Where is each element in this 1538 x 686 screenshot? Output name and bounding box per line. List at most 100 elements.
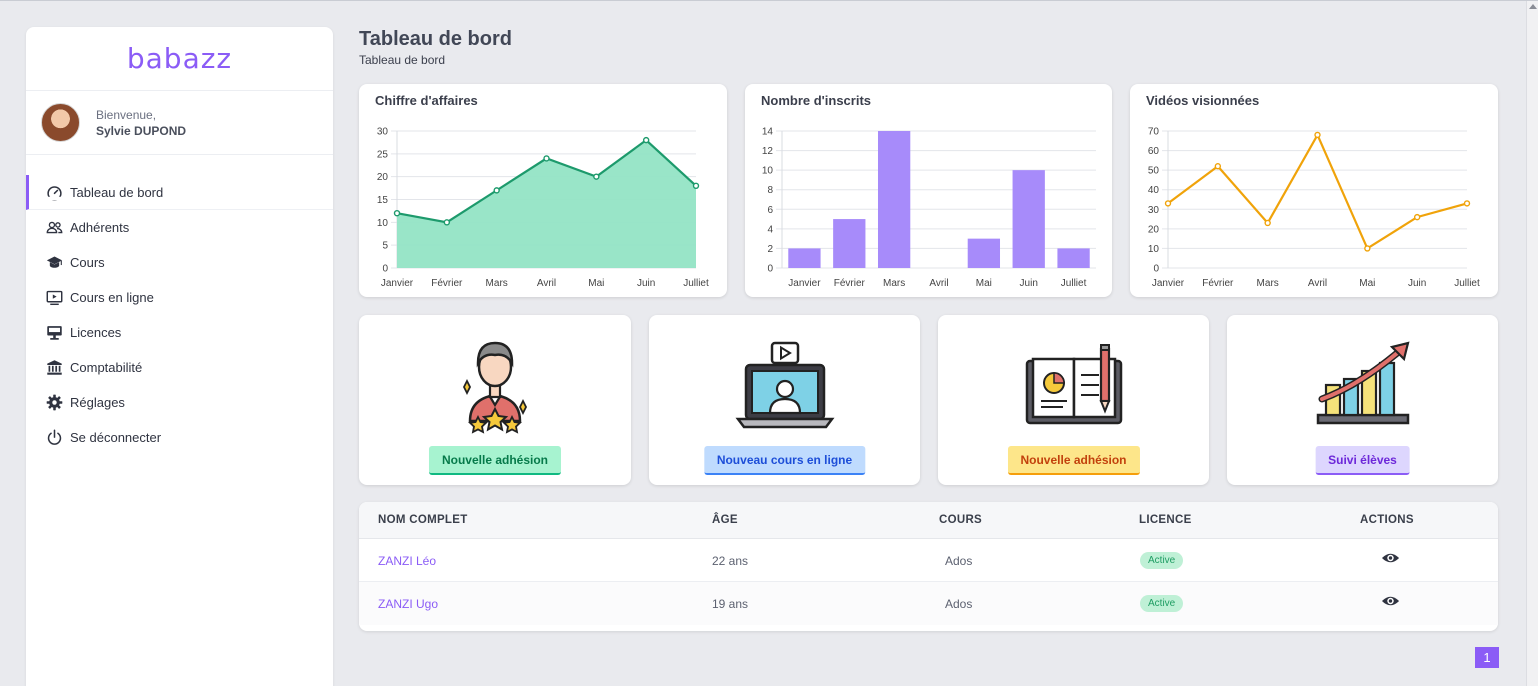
monitor-icon <box>45 324 63 342</box>
x-tick-label: Février <box>1202 278 1234 289</box>
table-row: ZANZI Léo 22 ans Ados Active <box>359 539 1498 582</box>
x-tick-label: Avril <box>1308 278 1327 289</box>
view-eye-icon[interactable] <box>1381 551 1400 565</box>
y-tick-label: 40 <box>1148 185 1160 196</box>
column-header-name[interactable]: NOM COMPLET <box>378 514 468 526</box>
x-tick-label: Janvier <box>381 278 414 289</box>
breadcrumb: Tableau de bord <box>359 53 446 67</box>
y-tick-label: 15 <box>377 195 389 206</box>
member-stars-illustration <box>462 341 528 434</box>
y-tick-label: 30 <box>377 127 389 138</box>
series-line <box>1167 132 1468 251</box>
y-tick-label: 10 <box>762 166 774 177</box>
x-tick-label: Julliet <box>1454 278 1480 289</box>
member-name-link[interactable]: ZANZI Léo <box>378 554 436 568</box>
student-tracking-button[interactable]: Suivi élèves <box>1315 446 1410 475</box>
signups-chart-card: Nombre d'inscrits 0 2 4 6 8 10 12 14 Janvier Févr… <box>745 84 1112 297</box>
vertical-scrollbar[interactable] <box>1526 1 1538 686</box>
x-tick-label: Avril <box>537 278 556 289</box>
data-point <box>493 187 500 194</box>
video-screen-icon <box>45 289 63 307</box>
data-point <box>1164 200 1172 207</box>
data-point <box>692 182 700 190</box>
x-tick-label: Janvier <box>1152 278 1185 289</box>
sidebar-item-dashboard[interactable]: Tableau de bord <box>26 175 333 210</box>
sidebar-item-settings[interactable]: Réglages <box>26 385 333 420</box>
bar <box>833 219 866 268</box>
table-row: ZANZI Ugo 19 ans Ados Active <box>359 582 1498 625</box>
x-tick-label: Juin <box>1408 278 1426 289</box>
bar <box>1057 248 1090 268</box>
y-tick-label: 2 <box>767 244 773 255</box>
sidebar-item-online-courses[interactable]: Cours en ligne <box>26 280 333 315</box>
gauge-icon <box>45 183 63 201</box>
scroll-up-arrow-icon[interactable] <box>1529 4 1537 9</box>
sidebar-item-licenses[interactable]: Licences <box>26 315 333 350</box>
users-icon <box>45 219 63 237</box>
y-tick-label: 70 <box>1148 127 1160 138</box>
bar <box>1012 170 1045 268</box>
sidebar-item-courses[interactable]: Cours <box>26 245 333 280</box>
x-tick-label: Janvier <box>788 278 821 289</box>
member-course: Ados <box>945 597 973 611</box>
new-membership-button-2[interactable]: Nouvelle adhésion <box>1007 446 1140 475</box>
growth-chart-illustration <box>1316 341 1410 425</box>
member-age: 19 ans <box>712 597 749 611</box>
logo[interactable]: babazz <box>26 27 333 91</box>
sidebar-item-label: Licences <box>70 325 122 340</box>
column-header-age[interactable]: ÂGE <box>712 514 738 526</box>
x-tick-label: Mars <box>486 278 508 289</box>
signups-chart: 0 2 4 6 8 10 12 14 Janvier Février Mars Avril Mai Jui… <box>762 127 1096 289</box>
x-tick-label: Février <box>431 278 463 289</box>
pagination-page-button[interactable]: 1 <box>1475 647 1499 668</box>
column-header-course[interactable]: COURS <box>939 514 982 526</box>
view-eye-icon[interactable] <box>1381 594 1400 608</box>
y-tick-label: 25 <box>377 149 389 160</box>
sidebar-nav: Tableau de bord Adhérents Cours Cours en… <box>26 175 333 455</box>
data-point <box>543 155 550 162</box>
column-header-license[interactable]: LICENCE <box>1139 514 1192 526</box>
sidebar-item-label: Cours en ligne <box>70 290 154 305</box>
x-tick-label: Mars <box>1257 278 1279 289</box>
revenue-chart-card: Chiffre d'affaires 0 5 10 15 20 25 30 Janvier Fé… <box>359 84 727 297</box>
user-name: Sylvie DUPOND <box>96 123 187 138</box>
gear-icon <box>45 394 63 412</box>
y-tick-label: 6 <box>767 205 773 216</box>
user-panel: Bienvenue, Sylvie DUPOND <box>26 91 333 155</box>
data-point <box>1364 245 1371 252</box>
action-card-new-membership-2: Nouvelle adhésion <box>938 315 1209 485</box>
sidebar-item-label: Tableau de bord <box>70 184 164 200</box>
y-tick-label: 30 <box>1148 205 1160 216</box>
data-point <box>642 136 650 144</box>
y-tick-label: 20 <box>377 172 389 183</box>
license-status-badge: Active <box>1140 595 1184 612</box>
y-tick-label: 14 <box>762 127 774 138</box>
x-tick-label: Avril <box>929 278 948 289</box>
window-top-border <box>0 0 1538 1</box>
y-tick-label: 10 <box>1148 244 1160 255</box>
members-table: NOM COMPLET ÂGE COURS LICENCE ACTIONS ZA… <box>359 502 1498 631</box>
new-online-course-button[interactable]: Nouveau cours en ligne <box>703 446 866 475</box>
sidebar-item-members[interactable]: Adhérents <box>26 210 333 245</box>
action-card-new-membership: Nouvelle adhésion <box>359 315 631 485</box>
sidebar-item-logout[interactable]: Se déconnecter <box>26 420 333 455</box>
page-title: Tableau de bord <box>359 28 512 50</box>
bar <box>877 131 911 268</box>
sidebar-item-accounting[interactable]: Comptabilité <box>26 350 333 385</box>
bank-icon <box>45 359 63 377</box>
x-tick-label: Mai <box>976 278 992 289</box>
bar <box>967 238 1001 268</box>
logo-text: babazz <box>126 42 233 75</box>
data-point <box>443 219 451 226</box>
y-tick-label: 0 <box>767 264 773 275</box>
sidebar: babazz Bienvenue, Sylvie DUPOND Tableau … <box>26 27 333 686</box>
power-icon <box>45 429 63 447</box>
y-tick-label: 50 <box>1148 166 1160 177</box>
data-point <box>593 173 600 180</box>
member-name-link[interactable]: ZANZI Ugo <box>378 597 438 611</box>
sidebar-item-label: Cours <box>70 255 105 270</box>
sidebar-item-label: Réglages <box>70 395 125 410</box>
sidebar-item-label: Adhérents <box>70 220 130 235</box>
sidebar-item-label: Se déconnecter <box>70 430 162 445</box>
new-membership-button[interactable]: Nouvelle adhésion <box>428 446 562 475</box>
